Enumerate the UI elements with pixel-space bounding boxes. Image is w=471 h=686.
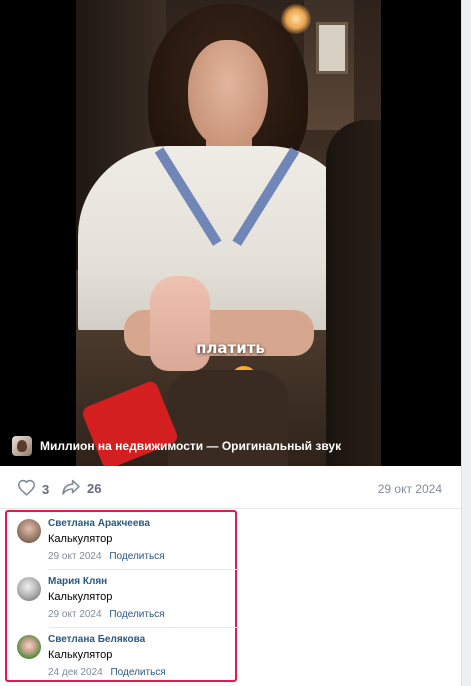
comment-text: Калькулятор	[48, 533, 113, 545]
like-count: 3	[42, 481, 50, 497]
comment-item: Мария Клян Калькулятор 29 окт 2024 Подел…	[7, 570, 239, 628]
avatar[interactable]	[17, 577, 41, 601]
comment-share-link[interactable]: Поделиться	[110, 667, 165, 678]
share-arrow-icon	[61, 479, 81, 498]
video-subtitle: платить	[196, 339, 265, 357]
audio-track-label[interactable]: Миллион на недвижимости — Оригинальный з…	[40, 439, 341, 453]
avatar[interactable]	[17, 635, 41, 659]
comment-meta: 29 окт 2024 Поделиться	[48, 551, 165, 562]
audio-track[interactable]: Миллион на недвижимости — Оригинальный з…	[12, 436, 341, 456]
comment-date[interactable]: 29 окт 2024	[48, 551, 102, 562]
post: платить Миллион на недвижимости — Оригин…	[0, 0, 461, 686]
comment-share-link[interactable]: Поделиться	[109, 609, 164, 620]
comment-text: Калькулятор	[48, 591, 113, 603]
comment-author[interactable]: Мария Клян	[48, 576, 107, 587]
share-button[interactable]: 26	[61, 479, 101, 498]
comment-date[interactable]: 24 дек 2024	[48, 667, 103, 678]
scrollbar-track[interactable]	[461, 0, 471, 686]
comment-meta: 24 дек 2024 Поделиться	[48, 667, 166, 678]
avatar[interactable]	[17, 519, 41, 543]
post-actions: 3 26 29 окт 2024	[0, 467, 461, 509]
comment-author[interactable]: Светлана Аракчеева	[48, 518, 150, 529]
share-count: 26	[87, 481, 102, 496]
video-player[interactable]: платить Миллион на недвижимости — Оригин…	[0, 0, 461, 466]
video-frame[interactable]	[76, 0, 381, 466]
comment-item: Светлана Белякова Калькулятор 24 дек 202…	[7, 628, 235, 686]
comment-share-link[interactable]: Поделиться	[109, 551, 164, 562]
like-button[interactable]: 3	[17, 479, 49, 499]
comments-list: Светлана Аракчеева Калькулятор 29 окт 20…	[5, 510, 239, 682]
comment-author[interactable]: Светлана Белякова	[48, 634, 145, 645]
post-date[interactable]: 29 окт 2024	[378, 482, 442, 496]
comment-meta: 29 окт 2024 Поделиться	[48, 609, 165, 620]
comment-text: Калькулятор	[48, 649, 113, 661]
heart-icon	[17, 479, 36, 499]
comment-item: Светлана Аракчеева Калькулятор 29 окт 20…	[7, 512, 239, 570]
audio-thumbnail	[12, 436, 32, 456]
comment-date[interactable]: 29 окт 2024	[48, 609, 102, 620]
